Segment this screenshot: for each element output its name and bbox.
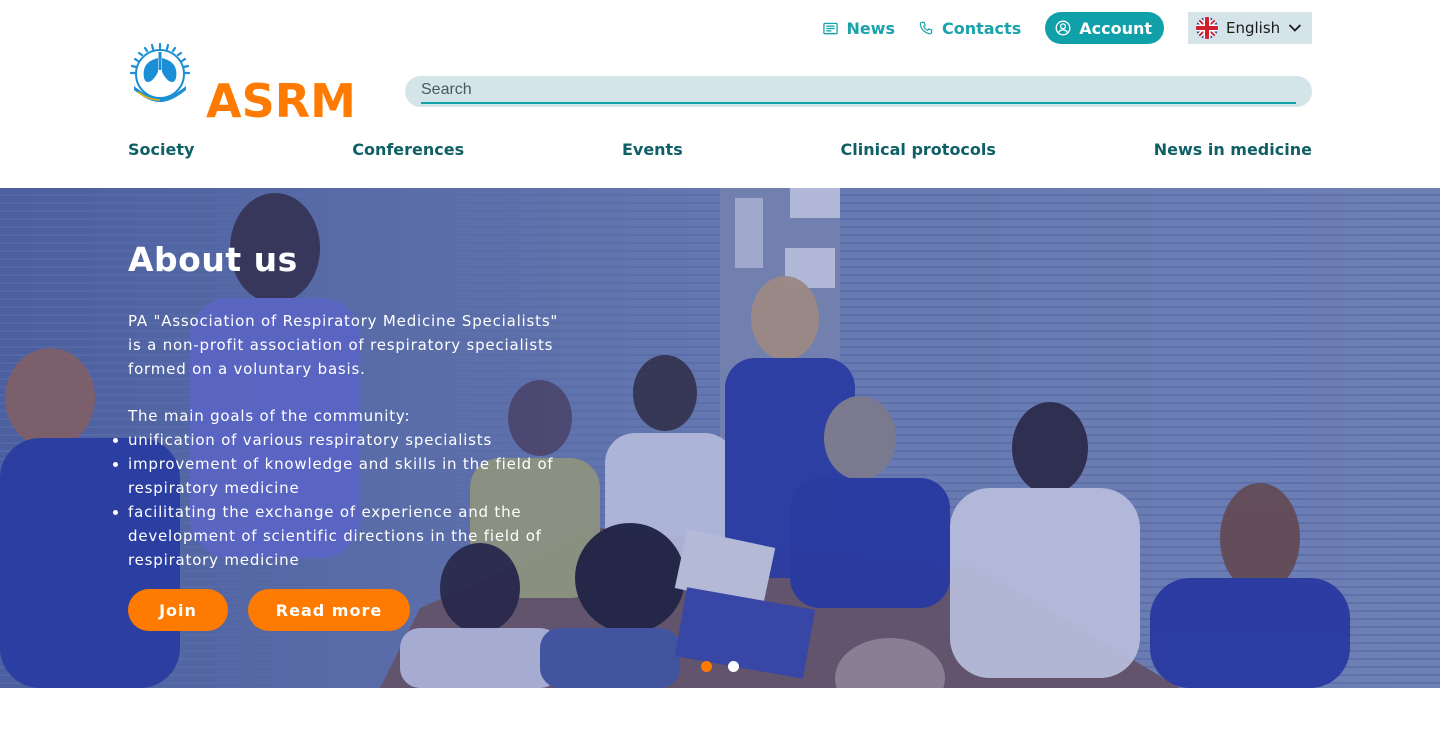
nav-item-conferences[interactable]: Conferences [352, 140, 464, 159]
contacts-link[interactable]: Contacts [919, 19, 1021, 38]
contacts-label: Contacts [941, 18, 1022, 38]
news-link[interactable]: News [823, 19, 895, 38]
goal-item: unification of various respiratory speci… [113, 428, 568, 452]
top-utility-bar: News Contacts Account English [823, 12, 1312, 44]
nav-item-events[interactable]: Events [622, 140, 683, 159]
goal-item: improvement of knowledge and skills in t… [113, 452, 568, 500]
uk-flag-icon [1196, 17, 1218, 39]
slider-dot-1[interactable] [701, 661, 712, 672]
newspaper-icon [823, 22, 839, 34]
slider-dot-2[interactable] [728, 661, 739, 672]
chevron-down-icon [1289, 24, 1302, 32]
lungs-emblem-icon [129, 42, 191, 102]
main-navigation: Society Conferences Events Clinical prot… [128, 140, 1312, 159]
user-circle-icon [1055, 20, 1071, 36]
nav-item-news-in-medicine[interactable]: News in medicine [1154, 140, 1312, 159]
goals-list: unification of various respiratory speci… [113, 428, 568, 572]
read-more-button[interactable]: Read more [248, 589, 410, 631]
nav-item-society[interactable]: Society [128, 140, 194, 159]
hero-intro: PA "Association of Respiratory Medicine … [128, 312, 559, 378]
hero-content: About us PA "Association of Respiratory … [113, 240, 588, 572]
hero-slider: About us PA "Association of Respiratory … [0, 188, 1440, 688]
nav-item-clinical-protocols[interactable]: Clinical protocols [841, 140, 996, 159]
site-logo[interactable]: ASRM [128, 42, 358, 126]
goal-item: facilitating the exchange of experience … [113, 500, 568, 572]
hero-title: About us [128, 240, 298, 279]
goals-heading: The main goals of the community: [128, 407, 411, 425]
hero-buttons: Join Read more [128, 589, 410, 631]
phone-icon [919, 21, 933, 34]
news-label: News [846, 18, 895, 38]
language-label: English [1226, 19, 1281, 37]
search-input[interactable] [421, 78, 1296, 104]
search-bar [405, 76, 1312, 107]
account-label: Account [1079, 18, 1152, 38]
account-button[interactable]: Account [1045, 12, 1164, 44]
hero-text: PA "Association of Respiratory Medicine … [113, 309, 568, 572]
join-button[interactable]: Join [128, 589, 228, 631]
logo-text: ASRM [206, 74, 356, 128]
slider-pagination [701, 661, 739, 672]
language-selector[interactable]: English [1188, 12, 1312, 44]
